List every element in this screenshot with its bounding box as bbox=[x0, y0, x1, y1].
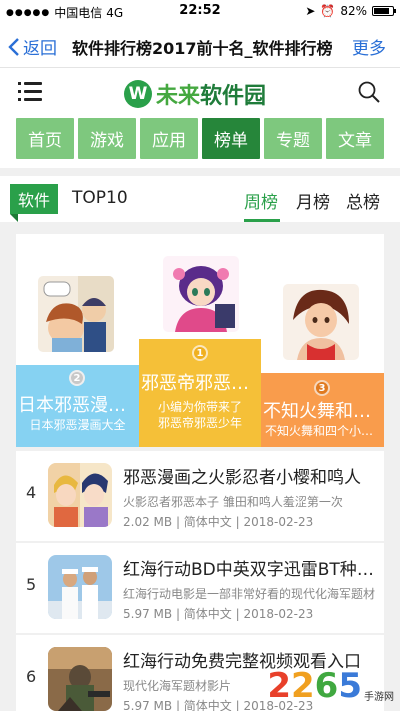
navigation-bar: 返回 软件排行榜2017前十名_软件排行榜 更多 bbox=[0, 22, 400, 68]
podium-rank1-desc2: 邪恶帝邪恶少年 bbox=[157, 416, 242, 430]
list-item-description: 红海行动电影是一部非常好看的现代化海军题材 bbox=[123, 587, 375, 601]
period-weekly[interactable]: 周榜 bbox=[244, 188, 278, 213]
app-thumbnail bbox=[48, 647, 112, 711]
tab-topics[interactable]: 专题 bbox=[264, 118, 322, 159]
list-item-language: 简体中文 bbox=[183, 699, 232, 711]
search-icon[interactable] bbox=[358, 81, 380, 103]
podium-rank1-name: 邪恶帝邪恶少年 bbox=[141, 373, 261, 394]
list-item-meta: 5.97 MB | 简体中文 | 2018-02-23 bbox=[123, 607, 314, 621]
page-title: 软件排行榜2017前十名_软件排行榜 bbox=[72, 39, 333, 58]
section-label: 软件 bbox=[10, 184, 58, 222]
podium-rank2-image bbox=[38, 276, 114, 352]
ranking-section-header: 软件 TOP10 周榜 月榜 总榜 bbox=[0, 176, 400, 222]
list-item-size: 5.97 MB bbox=[123, 607, 173, 621]
watermark-digit: 5 bbox=[338, 666, 362, 706]
site-header: W 未来软件园 bbox=[0, 68, 400, 116]
location-icon: ➤ bbox=[305, 4, 316, 18]
list-item-date: 2018-02-23 bbox=[243, 515, 314, 529]
podium-rank3-image bbox=[283, 284, 359, 360]
status-right: ➤ ⏰ 82% bbox=[305, 4, 396, 18]
list-item-language: 简体中文 bbox=[183, 607, 232, 621]
tab-articles[interactable]: 文章 bbox=[326, 118, 384, 159]
status-bar: ●●●●● 中国电信 4G 22:52 ➤ ⏰ 82% bbox=[0, 0, 400, 22]
alarm-icon: ⏰ bbox=[320, 4, 336, 18]
podium-rank3-desc: 不知火舞和四个小男孩 bbox=[265, 424, 384, 438]
top3-podium: 日本邪恶漫画大全 日本邪恶漫画大全 2 邪恶帝邪恶少年 小编为你带来了 邪恶帝邪… bbox=[16, 234, 384, 447]
list-item[interactable]: 4 邪恶漫画之火影忍者小樱和鸣人 火影忍者邪恶本子 雏田和鸣人羞涩第一次 2.0… bbox=[16, 451, 384, 541]
battery-icon bbox=[372, 6, 396, 16]
podium-rank1-desc1: 小编为你带来了 bbox=[157, 400, 242, 414]
podium-rank2-desc: 日本邪恶漫画大全 bbox=[29, 418, 126, 432]
battery-fill bbox=[374, 8, 389, 14]
logo-mark-icon: W bbox=[124, 80, 152, 108]
battery-percent: 82% bbox=[340, 4, 367, 18]
list-item[interactable]: 5 红海行动BD中英双字迅雷BT种子下载 红海行动电影是一部非常好看的现代化海军… bbox=[16, 543, 384, 633]
list-rank: 5 bbox=[26, 575, 37, 594]
list-item-title: 邪恶漫画之火影忍者小樱和鸣人 bbox=[123, 468, 361, 488]
podium-rank1-medal-icon: 1 bbox=[192, 345, 208, 361]
tab-home[interactable]: 首页 bbox=[16, 118, 74, 159]
podium-rank2-medal-icon: 2 bbox=[69, 370, 85, 386]
site-watermark: 2265 手游网 bbox=[267, 669, 394, 703]
podium-item-rank2[interactable]: 日本邪恶漫画大全 日本邪恶漫画大全 2 bbox=[16, 234, 139, 447]
logo-text-part1: 未来 bbox=[156, 84, 201, 109]
podium-rank3-medal-icon: 3 bbox=[314, 380, 330, 396]
menu-icon[interactable] bbox=[18, 82, 42, 102]
list-item-date: 2018-02-23 bbox=[243, 607, 314, 621]
list-item-size: 5.97 MB bbox=[123, 699, 173, 711]
back-button[interactable]: 返回 bbox=[8, 34, 57, 59]
podium-rank2-name: 日本邪恶漫画大全 bbox=[18, 395, 139, 416]
section-title: TOP10 bbox=[72, 188, 128, 208]
list-item-title: 红海行动BD中英双字迅雷BT种子下载 bbox=[123, 560, 375, 580]
app-thumbnail bbox=[48, 555, 112, 619]
more-button[interactable]: 更多 bbox=[352, 34, 386, 59]
tab-games[interactable]: 游戏 bbox=[78, 118, 136, 159]
category-tabs: 首页 游戏 应用 榜单 专题 文章 bbox=[0, 116, 400, 168]
podium-rank1-image bbox=[163, 256, 239, 332]
watermark-digit: 2 bbox=[267, 666, 291, 706]
podium-item-rank1[interactable]: 邪恶帝邪恶少年 小编为你带来了 邪恶帝邪恶少年 1 bbox=[139, 234, 261, 447]
tab-apps[interactable]: 应用 bbox=[140, 118, 198, 159]
watermark-digit: 2 bbox=[290, 666, 315, 706]
list-item-meta: 2.02 MB | 简体中文 | 2018-02-23 bbox=[123, 515, 314, 529]
watermark-digit: 6 bbox=[314, 666, 339, 706]
active-period-indicator bbox=[244, 219, 280, 222]
period-monthly[interactable]: 月榜 bbox=[296, 188, 330, 213]
list-item-language: 简体中文 bbox=[183, 515, 232, 529]
podium-rank3-name: 不知火舞和四个小男孩 bbox=[263, 401, 384, 422]
chevron-left-icon bbox=[8, 37, 19, 56]
podium-item-rank3[interactable]: 不知火舞和四个小男孩 不知火舞和四个小男孩 3 bbox=[261, 234, 384, 447]
list-item-size: 2.02 MB bbox=[123, 515, 173, 529]
tab-rankings[interactable]: 榜单 bbox=[202, 118, 260, 159]
site-logo[interactable]: W 未来软件园 bbox=[124, 78, 266, 110]
back-label: 返回 bbox=[23, 39, 57, 59]
watermark-subtitle: 手游网 bbox=[364, 692, 394, 703]
list-item-description: 火影忍者邪恶本子 雏田和鸣人羞涩第一次 bbox=[123, 495, 343, 509]
list-rank: 4 bbox=[26, 483, 37, 502]
app-thumbnail bbox=[48, 463, 112, 527]
logo-text-part2: 软件园 bbox=[200, 84, 267, 109]
list-rank: 6 bbox=[26, 667, 37, 686]
period-total[interactable]: 总榜 bbox=[346, 188, 380, 213]
logo-text: 未来软件园 bbox=[156, 78, 266, 110]
